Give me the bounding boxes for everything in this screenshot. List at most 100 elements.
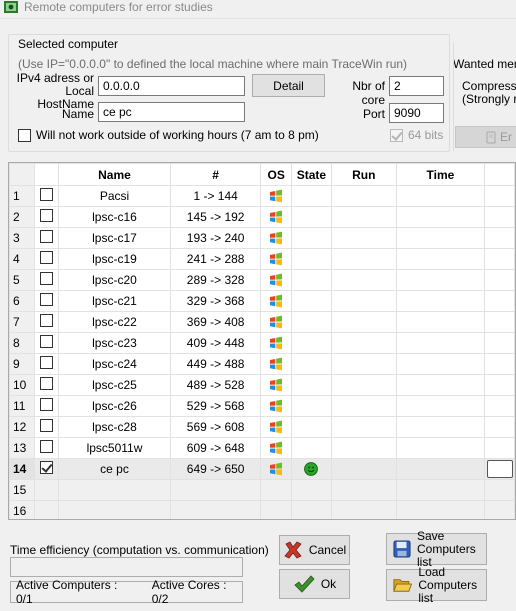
64bits-option[interactable]: 64 bits xyxy=(390,128,443,142)
working-hours-checkbox[interactable] xyxy=(18,128,31,142)
header-state[interactable]: State xyxy=(291,163,332,186)
table-row[interactable]: 7 lpsc-c22 369 -> 408 xyxy=(9,311,515,333)
row-enable-cell[interactable] xyxy=(34,437,59,459)
table-row[interactable]: 15 xyxy=(9,479,515,501)
row-enable-cell[interactable] xyxy=(34,458,59,480)
windows-logo-icon xyxy=(270,295,283,308)
right-panel-button[interactable]: Er xyxy=(455,126,516,148)
row-enable-cell[interactable] xyxy=(34,332,59,354)
save-computers-list-button[interactable]: Save Computers list xyxy=(386,529,487,568)
port-input[interactable] xyxy=(389,103,444,123)
row-state xyxy=(291,332,332,354)
table-row[interactable]: 16 xyxy=(9,500,515,519)
table-row[interactable]: 6 lpsc-c21 329 -> 368 xyxy=(9,290,515,312)
row-enable-checkbox[interactable] xyxy=(40,440,54,453)
row-enable-checkbox[interactable] xyxy=(40,209,54,222)
header-run[interactable]: Run xyxy=(330,163,397,186)
row-name[interactable]: lpsc-c23 xyxy=(57,332,172,354)
ok-button[interactable]: Ok xyxy=(279,569,350,599)
row-enable-cell[interactable] xyxy=(34,227,59,249)
table-row[interactable]: 13 lpsc5011w 609 -> 648 xyxy=(9,437,515,459)
row-name[interactable]: lpsc-c16 xyxy=(57,206,172,228)
row-name[interactable]: lpsc-c19 xyxy=(57,248,172,270)
row-enable-checkbox[interactable] xyxy=(40,251,54,264)
name-input[interactable] xyxy=(98,102,245,122)
row-name[interactable]: lpsc-c28 xyxy=(57,416,172,438)
table-row[interactable]: 10 lpsc-c25 489 -> 528 xyxy=(9,374,515,396)
row-index: 2 xyxy=(9,206,36,228)
row-enable-checkbox[interactable] xyxy=(40,314,54,327)
table-row[interactable]: 14 ce pc 649 -> 650 xyxy=(9,458,515,480)
row-enable-checkbox[interactable] xyxy=(40,398,54,411)
row-extra xyxy=(483,332,515,354)
row-index: 3 xyxy=(9,227,36,249)
row-name[interactable]: lpsc-c26 xyxy=(57,395,172,417)
row-edit-field[interactable] xyxy=(486,460,513,478)
device-icon xyxy=(486,131,496,144)
row-enable-checkbox[interactable] xyxy=(40,461,54,474)
row-enable-checkbox[interactable] xyxy=(40,335,54,348)
row-range: 569 -> 608 xyxy=(170,416,262,438)
detail-button[interactable]: Detail xyxy=(252,74,325,97)
row-name[interactable]: lpsc-c20 xyxy=(57,269,172,291)
row-name[interactable]: Pacsi xyxy=(57,185,172,207)
row-index: 15 xyxy=(9,479,36,501)
nbr-core-input[interactable] xyxy=(389,76,444,96)
row-enable-cell[interactable] xyxy=(34,269,59,291)
row-enable-cell[interactable] xyxy=(34,290,59,312)
row-enable-checkbox[interactable] xyxy=(40,230,54,243)
64bits-checkbox[interactable] xyxy=(390,128,403,142)
header-name[interactable]: Name xyxy=(57,163,172,186)
row-enable-cell[interactable] xyxy=(34,206,59,228)
row-run xyxy=(330,458,397,480)
load-computers-list-button[interactable]: Load Computers list xyxy=(386,565,487,604)
row-enable-cell[interactable] xyxy=(34,311,59,333)
table-row[interactable]: 5 lpsc-c20 289 -> 328 xyxy=(9,269,515,291)
row-os xyxy=(260,458,293,480)
row-enable-checkbox[interactable] xyxy=(40,188,54,201)
row-enable-checkbox[interactable] xyxy=(40,272,54,285)
table-row[interactable]: 3 lpsc-c17 193 -> 240 xyxy=(9,227,515,249)
row-name[interactable]: ce pc xyxy=(57,458,172,480)
row-extra[interactable] xyxy=(483,458,515,480)
table-row[interactable]: 1 Pacsi 1 -> 144 xyxy=(9,185,515,207)
cancel-button[interactable]: Cancel xyxy=(279,535,350,565)
row-name[interactable]: lpsc-c21 xyxy=(57,290,172,312)
header-time[interactable]: Time xyxy=(395,163,485,186)
row-state xyxy=(291,395,332,417)
row-index: 10 xyxy=(9,374,36,396)
ip-address-input[interactable] xyxy=(98,76,245,96)
row-name[interactable]: lpsc-c17 xyxy=(57,227,172,249)
row-enable-checkbox[interactable] xyxy=(40,293,54,306)
empty-cell xyxy=(330,500,397,519)
row-enable-cell[interactable] xyxy=(34,416,59,438)
row-enable-checkbox[interactable] xyxy=(40,377,54,390)
empty-cell xyxy=(170,479,262,501)
row-name[interactable]: lpsc5011w xyxy=(57,437,172,459)
row-os xyxy=(260,206,293,228)
row-enable-cell[interactable] xyxy=(34,374,59,396)
row-enable-cell[interactable] xyxy=(34,248,59,270)
table-row[interactable]: 12 lpsc-c28 569 -> 608 xyxy=(9,416,515,438)
row-enable-cell[interactable] xyxy=(34,353,59,375)
table-row[interactable]: 2 lpsc-c16 145 -> 192 xyxy=(9,206,515,228)
row-name[interactable]: lpsc-c24 xyxy=(57,353,172,375)
computers-table[interactable]: Name # OS State Run Time 1 Pacsi 1 -> 144 2… xyxy=(8,162,516,520)
table-row[interactable]: 9 lpsc-c24 449 -> 488 xyxy=(9,353,515,375)
table-row[interactable]: 4 lpsc-c19 241 -> 288 xyxy=(9,248,515,270)
header-range[interactable]: # xyxy=(170,163,262,186)
table-row[interactable]: 8 lpsc-c23 409 -> 448 xyxy=(9,332,515,354)
table-row[interactable]: 11 lpsc-c26 529 -> 568 xyxy=(9,395,515,417)
row-name[interactable]: lpsc-c25 xyxy=(57,374,172,396)
row-name[interactable]: lpsc-c22 xyxy=(57,311,172,333)
table-header-row: Name # OS State Run Time xyxy=(9,163,515,186)
header-os[interactable]: OS xyxy=(260,163,293,186)
row-time xyxy=(395,416,485,438)
row-enable-checkbox[interactable] xyxy=(40,356,54,369)
row-enable-checkbox[interactable] xyxy=(40,419,54,432)
row-enable-cell[interactable] xyxy=(34,185,59,207)
working-hours-option[interactable]: Will not work outside of working hours (… xyxy=(18,128,319,142)
row-range: 489 -> 528 xyxy=(170,374,262,396)
row-run xyxy=(330,437,397,459)
row-enable-cell[interactable] xyxy=(34,395,59,417)
